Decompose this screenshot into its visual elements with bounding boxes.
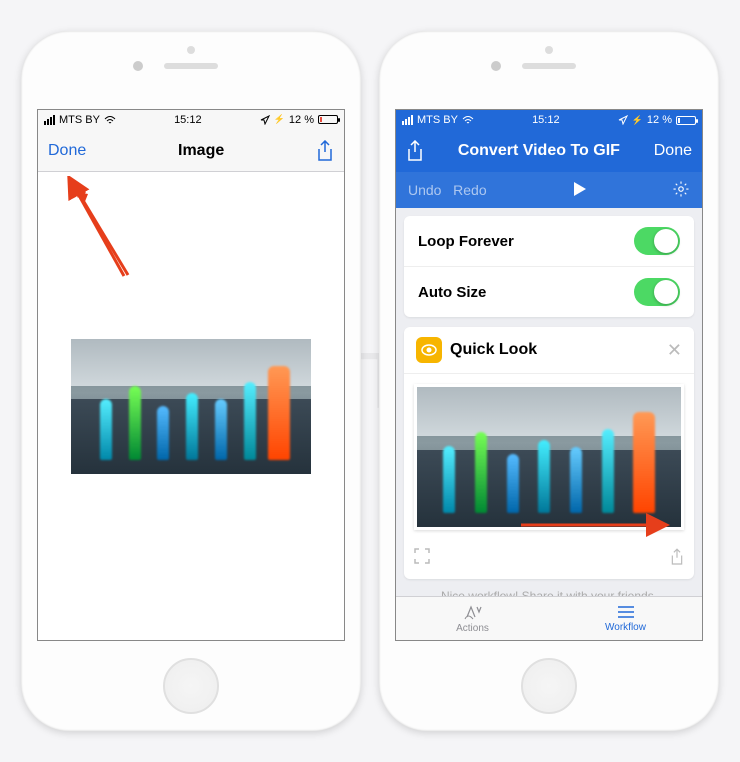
image-preview-area (38, 172, 344, 640)
share-icon[interactable] (406, 140, 424, 162)
phone-left: MTS BY 15:12 ⚡ 12 % Done Image (21, 31, 361, 731)
quick-look-icon (416, 337, 442, 363)
home-button[interactable] (163, 658, 219, 714)
play-icon[interactable] (571, 181, 587, 200)
home-button[interactable] (521, 658, 577, 714)
status-bar: MTS BY 15:12 ⚡ 12 % (38, 110, 344, 130)
hint-text: Nice workflow! Share it with your friend… (404, 589, 694, 596)
nav-bar: Done Image (38, 130, 344, 172)
status-time: 15:12 (532, 114, 560, 126)
close-icon[interactable]: ✕ (667, 340, 682, 361)
done-button[interactable]: Done (654, 142, 692, 160)
quick-look-share-icon[interactable] (670, 548, 684, 571)
tab-actions[interactable]: Actions (396, 597, 549, 640)
preview-image (71, 339, 311, 474)
carrier-label: MTS BY (417, 114, 458, 126)
share-icon[interactable] (316, 140, 334, 162)
loop-toggle[interactable] (634, 227, 680, 255)
tab-bar: Actions Workflow (396, 596, 702, 640)
location-icon (260, 115, 270, 125)
workflow-toolbar: Undo Redo (396, 172, 702, 208)
status-bar: MTS BY 15:12 ⚡ 12 % (396, 110, 702, 130)
auto-size-toggle[interactable] (634, 278, 680, 306)
undo-button[interactable]: Undo (408, 182, 441, 198)
phone-right: MTS BY 15:12 ⚡ 12 % Convert Video To GIF… (379, 31, 719, 731)
options-card: Loop Forever Auto Size (404, 216, 694, 317)
signal-icon (44, 115, 55, 125)
location-icon (618, 115, 628, 125)
battery-pct: 12 % (289, 114, 314, 126)
wifi-icon (462, 115, 474, 125)
loop-forever-label: Loop Forever (418, 233, 514, 250)
status-time: 15:12 (174, 114, 202, 126)
auto-size-label: Auto Size (418, 284, 486, 301)
nav-title: Convert Video To GIF (458, 142, 620, 160)
quick-look-preview (414, 384, 684, 530)
expand-icon[interactable] (414, 548, 430, 571)
done-button[interactable]: Done (48, 142, 86, 160)
carrier-label: MTS BY (59, 114, 100, 126)
auto-size-row: Auto Size (404, 266, 694, 317)
battery-pct: 12 % (647, 114, 672, 126)
loop-forever-row: Loop Forever (404, 216, 694, 266)
gear-icon[interactable] (672, 180, 690, 201)
quick-look-title: Quick Look (450, 341, 537, 359)
workflow-content: Loop Forever Auto Size Quick Look ✕ (396, 208, 702, 596)
wifi-icon (104, 115, 116, 125)
nav-bar: Convert Video To GIF Done (396, 130, 702, 172)
quick-look-card: Quick Look ✕ (404, 327, 694, 579)
nav-title: Image (178, 142, 224, 160)
redo-button[interactable]: Redo (453, 182, 486, 198)
signal-icon (402, 115, 413, 125)
tab-workflow[interactable]: Workflow (549, 597, 702, 640)
